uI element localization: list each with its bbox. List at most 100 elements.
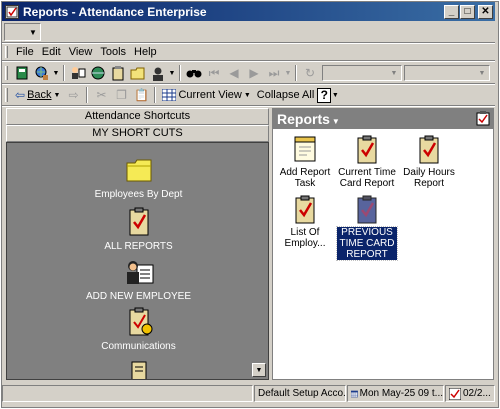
- scroll-icon: [131, 361, 146, 379]
- status-date: Mon May-25 09 t...: [347, 385, 444, 402]
- toolbar-separator: [86, 87, 89, 103]
- report-previous-time-card[interactable]: PREVIOUS TIME CARD REPORT: [336, 195, 398, 261]
- attendance-app-icon[interactable]: [5, 4, 19, 19]
- shortcuts-pane: Attendance Shortcuts MY SHORT CUTS Emplo…: [6, 108, 269, 380]
- grid-view-icon: [162, 89, 177, 101]
- status-setup: Default Setup Acco...: [254, 385, 346, 402]
- report-current-time-card[interactable]: Current Time Card Report: [337, 135, 397, 189]
- chevron-down-icon[interactable]: ▼: [284, 70, 292, 77]
- shortcut-communications[interactable]: Communications: [7, 307, 268, 352]
- report-clipboard-icon[interactable]: [476, 111, 490, 126]
- maximize-button[interactable]: □: [460, 4, 475, 19]
- chevron-down-icon[interactable]: ▼: [168, 70, 176, 77]
- minimize-button[interactable]: _: [444, 4, 459, 19]
- toolbar-separator: [179, 65, 181, 81]
- divider: [2, 105, 495, 107]
- scroll-down-button[interactable]: ▼: [252, 363, 266, 377]
- status-short-date-text: 02/2...: [463, 388, 491, 399]
- user-icon[interactable]: [148, 64, 168, 82]
- period-combo[interactable]: ▼: [404, 65, 490, 81]
- my-shortcuts-header[interactable]: MY SHORT CUTS: [6, 125, 269, 142]
- chevron-down-icon[interactable]: ▼: [332, 117, 340, 126]
- chevron-down-icon[interactable]: ▼: [331, 92, 339, 99]
- forward-arrow-icon[interactable]: ⇨: [63, 86, 83, 104]
- close-button[interactable]: ✕: [478, 4, 493, 19]
- employee-card-icon: [126, 261, 153, 284]
- calendar-icon: [351, 390, 358, 397]
- shortcut-label: Communications: [101, 341, 176, 352]
- shortcut-all-reports[interactable]: ALL REPORTS: [7, 207, 268, 252]
- back-arrow-icon: ⇦: [15, 88, 26, 102]
- report-clipboard-icon: [129, 207, 148, 236]
- chevron-down-icon: ▼: [53, 91, 61, 99]
- report-label: Daily Hours Report: [399, 167, 459, 189]
- report-label: Current Time Card Report: [337, 167, 397, 189]
- shortcut-label: ADD NEW EMPLOYEE: [85, 291, 192, 302]
- globe-icon[interactable]: [88, 64, 108, 82]
- report-label-line: REPORT: [346, 249, 388, 260]
- shortcut-add-new-employee[interactable]: ADD NEW EMPLOYEE: [7, 257, 268, 302]
- filter-combo[interactable]: ▼: [322, 65, 402, 81]
- menu-view[interactable]: View: [65, 46, 97, 58]
- back-button-label: Back: [27, 89, 52, 101]
- report-label-line: List Of: [290, 227, 320, 238]
- report-list-of-employees[interactable]: List Of Employ...: [275, 195, 335, 249]
- shortcut-employees-by-dept[interactable]: Employees By Dept: [7, 155, 268, 200]
- report-daily-hours[interactable]: Daily Hours Report: [399, 135, 459, 189]
- menu-edit[interactable]: Edit: [38, 46, 65, 58]
- menu-file[interactable]: File: [12, 46, 38, 58]
- shortcut-label: ALL REPORTS: [104, 241, 173, 252]
- chevron-down-icon: ▼: [243, 91, 251, 99]
- next-record-icon[interactable]: ▶: [244, 64, 264, 82]
- status-panel-empty: [2, 385, 253, 402]
- report-label-line: Employ...: [284, 238, 326, 249]
- report-add-report-task[interactable]: Add Report Task: [275, 135, 335, 189]
- refresh-icon[interactable]: ↻: [300, 64, 320, 82]
- reports-title[interactable]: Reports: [277, 111, 330, 127]
- collapse-all-button[interactable]: Collapse All: [254, 86, 317, 104]
- report-clipboard-icon: [419, 135, 439, 164]
- report-clipboard-icon[interactable]: [108, 64, 128, 82]
- previous-record-icon[interactable]: ◀: [224, 64, 244, 82]
- status-setup-text: Default Setup Acco...: [258, 388, 346, 399]
- report-label-line: Add Report: [279, 167, 331, 178]
- globe-person-icon[interactable]: [32, 64, 52, 82]
- book-icon[interactable]: [12, 64, 32, 82]
- chevron-down-icon: ▼: [478, 69, 486, 77]
- last-record-icon[interactable]: ⏭: [264, 64, 284, 82]
- menu-bar: File Edit View Tools Help: [2, 44, 495, 60]
- report-clipboard-icon: [295, 195, 315, 224]
- report-label-line: TIME CARD: [339, 238, 395, 249]
- status-date-text: Mon May-25 09 t...: [359, 388, 443, 399]
- shortcut-partial[interactable]: [7, 359, 268, 379]
- menu-help[interactable]: Help: [130, 46, 161, 58]
- chevron-down-icon[interactable]: ▼: [52, 70, 60, 77]
- employees-icon[interactable]: [68, 64, 88, 82]
- reports-header: Reports ▼: [273, 109, 493, 129]
- current-view-button[interactable]: Current View ▼: [159, 86, 253, 104]
- folder-icon[interactable]: [128, 64, 148, 82]
- first-record-icon[interactable]: ⏮: [204, 64, 224, 82]
- menu-tools[interactable]: Tools: [96, 46, 130, 58]
- add-report-task-icon: [294, 136, 316, 162]
- paste-icon[interactable]: 📋: [131, 86, 151, 104]
- binoculars-icon[interactable]: [184, 64, 204, 82]
- copy-icon[interactable]: ❐: [111, 86, 131, 104]
- toolbar-grip[interactable]: [5, 88, 8, 102]
- toolbar-grip[interactable]: [5, 46, 8, 58]
- toolbar-grip[interactable]: [5, 66, 8, 80]
- help-button[interactable]: ?: [317, 87, 332, 103]
- shortcut-list: Employees By Dept ALL REPORTS ADD NEW EM…: [6, 142, 269, 380]
- back-button[interactable]: ⇦ Back ▼: [12, 86, 63, 104]
- toolbar-separator: [154, 87, 157, 103]
- calendar-check-icon: [449, 387, 461, 400]
- attendance-shortcuts-header[interactable]: Attendance Shortcuts: [6, 108, 269, 125]
- report-label-line: Daily Hours: [403, 167, 455, 178]
- cut-icon[interactable]: ✂: [91, 86, 111, 104]
- chevron-down-icon: ▼: [390, 69, 398, 77]
- location-combo[interactable]: ▼: [4, 23, 41, 41]
- title-bar[interactable]: Reports - Attendance Enterprise _ □ ✕: [2, 2, 495, 21]
- navigation-toolbar: ⇦ Back ▼ ⇨ ✂ ❐ 📋 Current View ▼ Collapse…: [2, 84, 495, 106]
- collapse-all-label: Collapse All: [256, 89, 315, 101]
- shortcut-label: Employees By Dept: [94, 189, 183, 200]
